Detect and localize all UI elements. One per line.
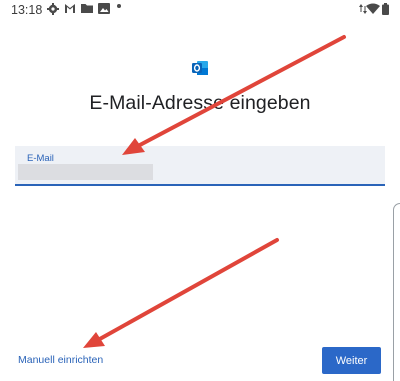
gmail-icon bbox=[64, 3, 78, 17]
folder-icon bbox=[81, 3, 95, 17]
arrow-to-manual-setup bbox=[83, 238, 279, 348]
page-title: E-Mail-Adresse eingeben bbox=[89, 92, 311, 114]
email-field[interactable]: E-Mail bbox=[15, 146, 385, 186]
image-icon bbox=[98, 3, 112, 17]
dot-icon bbox=[116, 3, 130, 17]
status-time: 13:18 bbox=[11, 3, 43, 17]
annotation-arrows bbox=[83, 35, 346, 348]
gear-icon bbox=[47, 3, 61, 17]
battery-icon bbox=[382, 3, 396, 17]
wifi-icon bbox=[366, 3, 380, 17]
manual-setup-link[interactable]: Manuell einrichten bbox=[18, 354, 103, 366]
side-panel-edge bbox=[393, 203, 400, 381]
next-button[interactable]: Weiter bbox=[322, 347, 381, 374]
email-input[interactable] bbox=[15, 163, 375, 183]
outlook-icon bbox=[191, 59, 209, 77]
status-bar: 13:18 bbox=[0, 0, 400, 22]
